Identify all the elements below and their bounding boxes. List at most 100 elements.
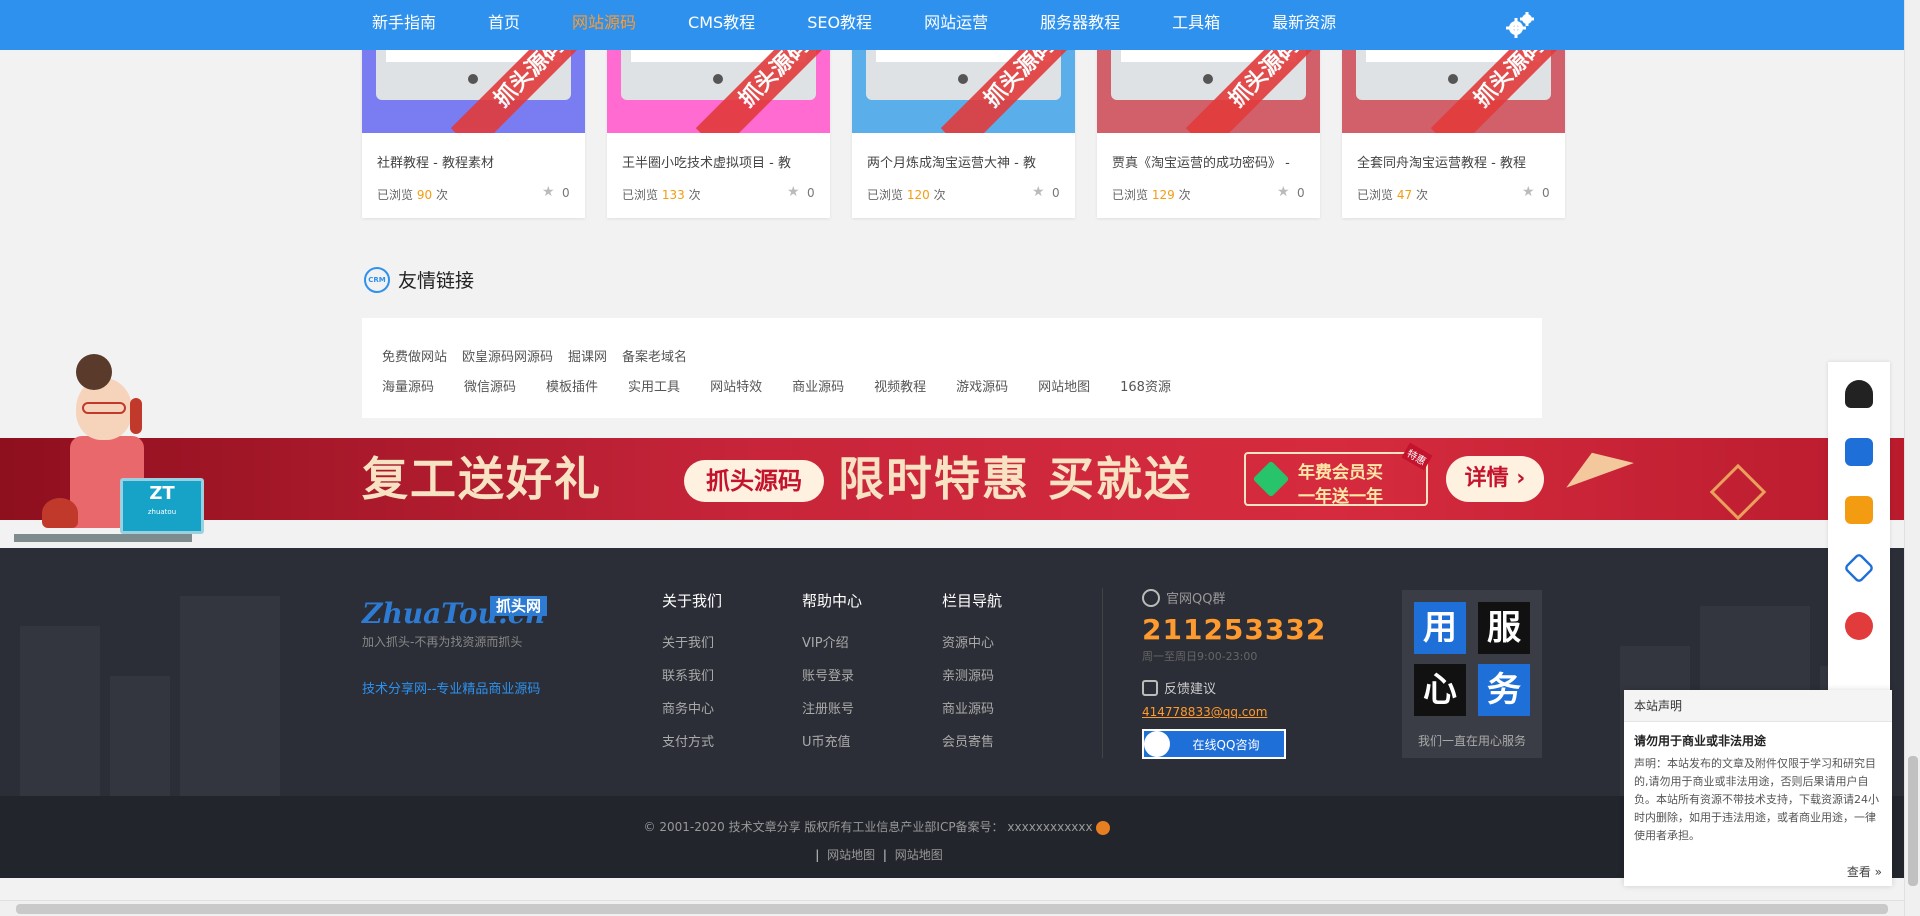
nav-item[interactable]: 新手指南: [372, 0, 436, 50]
vertical-scrollbar[interactable]: [1904, 0, 1920, 916]
footer-logo[interactable]: ZhuaTou.cn 抓头网 加入抓头-不再为找资源而抓头: [362, 596, 562, 656]
star-icon[interactable]: ★: [787, 184, 800, 200]
report-icon[interactable]: [1845, 496, 1873, 524]
footer-link[interactable]: 商务中心: [662, 693, 722, 726]
friend-link[interactable]: 海量源码: [382, 376, 434, 395]
footer-link[interactable]: 账号登录: [802, 660, 862, 693]
nav-item[interactable]: 服务器教程: [1040, 0, 1120, 50]
like-count: 0: [1297, 186, 1305, 200]
friend-link[interactable]: 商业源码: [792, 376, 844, 395]
building-silhouette: [110, 676, 170, 796]
friend-link[interactable]: 168资源: [1120, 376, 1171, 395]
card-views: 已浏览 129 次: [1112, 186, 1191, 203]
friend-link[interactable]: 视频教程: [874, 376, 926, 395]
icp-number[interactable]: xxxxxxxxxxxx: [1007, 820, 1092, 834]
nav-item[interactable]: 首页: [488, 0, 520, 50]
horizontal-scrollbar[interactable]: [0, 900, 1904, 916]
star-icon[interactable]: ★: [1277, 184, 1290, 200]
customer-service-illustration[interactable]: ZT zhuatou: [14, 352, 204, 548]
footer-link[interactable]: VIP介绍: [802, 627, 862, 660]
nav-item[interactable]: CMS教程: [688, 0, 755, 50]
friend-link[interactable]: 模板插件: [546, 376, 598, 395]
friend-links-box: 免费做网站 欧皇源码网源码 掘课网 备案老域名 海量源码 微信源码 模板插件 实用工具 网站特…: [362, 318, 1542, 418]
qq-consult-button[interactable]: 在线QQ咨询: [1142, 729, 1286, 759]
views-unit: 次: [435, 188, 448, 202]
copyright-bar: © 2001-2020 技术文章分享 版权所有工业信息产业部ICP备案号： xx…: [0, 796, 1904, 878]
customer-service-icon[interactable]: [1845, 380, 1873, 408]
footer-link[interactable]: 支付方式: [662, 726, 722, 759]
vip-offer-line-2: 一年送一年: [1298, 487, 1383, 507]
footer-column-heading: 关于我们: [662, 592, 723, 610]
diamond-decoration: [1709, 463, 1767, 520]
footer-link[interactable]: 商业源码: [942, 693, 1002, 726]
card-title[interactable]: 贾真《淘宝运营的成功密码》 -: [1112, 152, 1312, 171]
friend-link[interactable]: 备案老域名: [622, 346, 687, 365]
footer-link[interactable]: 会员寄售: [942, 726, 1002, 759]
views-count: 129: [1151, 188, 1175, 202]
vertical-scrollbar-thumb[interactable]: [1908, 756, 1918, 886]
building-silhouette: [20, 626, 100, 796]
footer-link[interactable]: 关于我们: [662, 627, 722, 660]
friend-link[interactable]: 掘课网: [568, 346, 607, 365]
sitemap-link[interactable]: 网站地图: [827, 848, 875, 862]
friend-links-heading: CRM 友情链接: [364, 266, 474, 293]
friend-link[interactable]: 微信源码: [464, 376, 516, 395]
like-count: 0: [807, 186, 815, 200]
promo-banner[interactable]: 复工送好礼 抓头源码 限时特惠 买就送 年费会员买 一年送一年 特惠 详情 ›: [0, 438, 1904, 520]
diamond-icon: [1252, 460, 1290, 498]
vip-diamond-icon[interactable]: [1843, 552, 1875, 584]
nav-item[interactable]: SEO教程: [807, 0, 872, 50]
nav-item[interactable]: 工具箱: [1172, 0, 1220, 50]
service-glyph: 心: [1414, 664, 1466, 716]
service-badge: 用 服 心 务 我们一直在用心服务: [1402, 590, 1542, 758]
footer-link[interactable]: U币充值: [802, 726, 862, 759]
views-count: 47: [1396, 188, 1413, 202]
footer-column-help: 帮助中心 VIP介绍 账号登录 注册账号 U币充值: [802, 590, 862, 759]
friend-link[interactable]: 网站特效: [710, 376, 762, 395]
banner-detail-button[interactable]: 详情 ›: [1446, 456, 1544, 502]
friend-link[interactable]: 实用工具: [628, 376, 680, 395]
card-views: 已浏览 133 次: [622, 186, 701, 203]
apple-logo-icon: [468, 74, 478, 84]
notice-more-link[interactable]: 查看 »: [1847, 863, 1882, 880]
friend-link[interactable]: 免费做网站: [382, 346, 447, 365]
site-notice-panel: 本站声明 请勿用于商业或非法用途 声明：本站发布的文章及附件仅限于学习和研究目的…: [1624, 690, 1892, 886]
views-label: 已浏览: [867, 188, 904, 202]
separator: |: [815, 848, 820, 862]
home-icon[interactable]: [1845, 438, 1873, 466]
friend-link[interactable]: 欧皇源码网源码: [462, 346, 553, 365]
footer-link[interactable]: 联系我们: [662, 660, 722, 693]
vip-offer-tag: 特惠: [1401, 442, 1433, 471]
gear-icon[interactable]: [1503, 8, 1537, 42]
feedback-icon: [1142, 679, 1158, 696]
sitemap-link[interactable]: 网站地图: [895, 848, 943, 862]
friend-link[interactable]: 游戏源码: [956, 376, 1008, 395]
banner-slogan: 限时特惠 买就送: [838, 452, 1193, 506]
qq-icon: [1144, 731, 1170, 757]
footer-link[interactable]: 注册账号: [802, 693, 862, 726]
footer-column-navigation: 栏目导航 资源中心 亲测源码 商业源码 会员寄售: [942, 590, 1002, 759]
copyright-links: | 网站地图 | 网站地图: [0, 846, 1904, 863]
horizontal-scrollbar-thumb[interactable]: [16, 904, 1888, 914]
order-icon[interactable]: [1845, 612, 1873, 640]
views-count: 133: [661, 188, 685, 202]
card-title[interactable]: 社群教程 - 教程素材: [377, 152, 577, 171]
friend-link[interactable]: 网站地图: [1038, 376, 1090, 395]
nav-menu: 新手指南 首页 网站源码 CMS教程 SEO教程 网站运营 服务器教程 工具箱 最新资源: [372, 0, 1388, 50]
footer-tech-link[interactable]: 技术分享网--专业精品商业源码: [362, 678, 540, 697]
nav-item[interactable]: 最新资源: [1272, 0, 1336, 50]
qq-group-label-text: 官网QQ群: [1166, 592, 1226, 607]
footer-link[interactable]: 资源中心: [942, 627, 1002, 660]
card-views: 已浏览 47 次: [1357, 186, 1428, 203]
service-hours: 周一至周日9:00-23:00: [1142, 650, 1258, 663]
card-title[interactable]: 两个月炼成淘宝运营大神 - 教: [867, 152, 1067, 171]
nav-item[interactable]: 网站源码: [572, 0, 636, 50]
star-icon[interactable]: ★: [1522, 184, 1535, 200]
card-title[interactable]: 王半圈小吃技术虚拟项目 - 教: [622, 152, 822, 171]
nav-item[interactable]: 网站运营: [924, 0, 988, 50]
card-title[interactable]: 全套同舟淘宝运营教程 - 教程: [1357, 152, 1557, 171]
footer-link[interactable]: 亲测源码: [942, 660, 1002, 693]
star-icon[interactable]: ★: [542, 184, 555, 200]
feedback-email-link[interactable]: 414778833@qq.com: [1142, 705, 1326, 719]
star-icon[interactable]: ★: [1032, 184, 1045, 200]
